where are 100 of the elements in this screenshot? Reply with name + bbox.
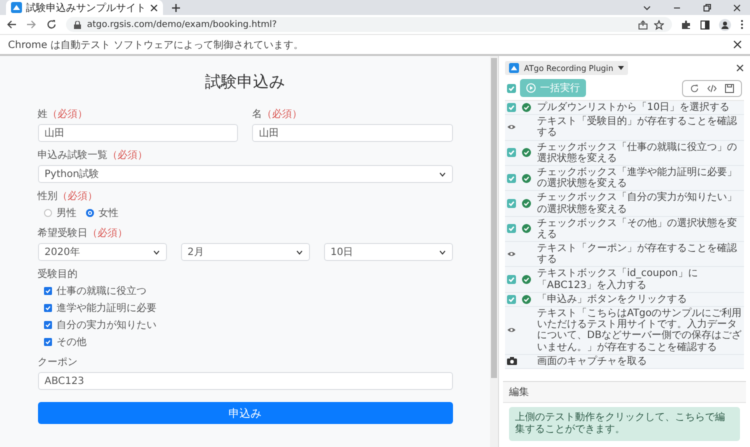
test-step[interactable]: チェックボックス「進学や能力証明に必要」の選択状態を変える bbox=[505, 166, 744, 192]
share-icon[interactable] bbox=[638, 20, 648, 30]
checkbox-label: 自分の実力が知りたい bbox=[56, 318, 156, 332]
check-circle-icon bbox=[522, 224, 531, 234]
step-text: チェックボックス「自分の実力が知りたい」の選択状態を変える bbox=[537, 192, 738, 215]
checkbox-label: その他 bbox=[56, 336, 86, 349]
select-field[interactable]: Python試験 bbox=[38, 165, 452, 183]
check-circle-icon bbox=[522, 199, 531, 208]
required-label: （必須） bbox=[108, 148, 148, 162]
star-icon[interactable] bbox=[654, 20, 664, 30]
close-icon[interactable] bbox=[150, 4, 158, 12]
check-circle-icon bbox=[522, 275, 531, 284]
required-label: （必須） bbox=[262, 108, 302, 121]
address-bar[interactable]: atgo.rgsis.com/demo/exam/booking.html? bbox=[66, 17, 672, 32]
checkbox[interactable] bbox=[507, 148, 516, 158]
scrollbar[interactable] bbox=[490, 56, 498, 447]
input-field[interactable]: ABC123 bbox=[38, 372, 452, 390]
check-circle-icon bbox=[522, 148, 531, 158]
field-label: 希望受験日 bbox=[38, 226, 88, 240]
restore-icon[interactable] bbox=[702, 2, 712, 12]
browser-tab[interactable]: 試験申込みサンプルサイト bbox=[6, 0, 163, 15]
field-label: 受験目的 bbox=[38, 268, 78, 281]
close-icon[interactable] bbox=[732, 2, 742, 12]
close-icon[interactable] bbox=[736, 64, 744, 72]
field-label: 申込み試験一覧 bbox=[38, 148, 108, 162]
checkbox[interactable] bbox=[44, 321, 52, 329]
checkbox[interactable] bbox=[507, 224, 516, 234]
check-circle-icon bbox=[522, 294, 531, 304]
test-step[interactable]: チェックボックス「仕事の就職に役立つ」の選択状態を変える bbox=[505, 140, 744, 166]
test-step[interactable]: テキスト「受験目的」が存在することを確認する bbox=[505, 115, 744, 141]
submit-button[interactable]: 申込み bbox=[38, 402, 452, 424]
side-panel-icon[interactable] bbox=[700, 20, 710, 30]
test-step[interactable]: テキスト「こちらはATgoのサンプルにご利用いただけるテスト用サイトです。入力データについて、DBなどサーバー側での保存はございません。」が存在することを確認する bbox=[505, 307, 744, 355]
refresh-icon[interactable] bbox=[690, 84, 699, 92]
checkbox[interactable] bbox=[507, 103, 516, 112]
field-label: 性別 bbox=[38, 190, 58, 203]
page-title: 試験申込み bbox=[204, 72, 286, 93]
eye-icon bbox=[507, 251, 516, 258]
edit-header: 編集 bbox=[503, 382, 746, 403]
test-step[interactable]: チェックボックス「自分の実力が知りたい」の選択状態を変える bbox=[505, 191, 744, 217]
test-step[interactable]: 「申込み」ボタンをクリックする bbox=[505, 292, 744, 307]
step-text: 「申込み」ボタンをクリックする bbox=[537, 294, 687, 305]
chevron-down-icon bbox=[152, 250, 160, 254]
required-label: （必須） bbox=[48, 108, 88, 121]
step-text: テキスト「こちらはATgoのサンプルにご利用いただけるテスト用サイトです。入力データについて、DBなどサーバー側での保存はございません。」が存在することを確認する bbox=[537, 308, 742, 353]
logo-icon bbox=[509, 63, 519, 73]
checkbox[interactable] bbox=[507, 199, 516, 208]
checkbox[interactable] bbox=[44, 304, 52, 312]
new-tab-icon[interactable] bbox=[171, 2, 181, 12]
checkbox-label: 進学や能力証明に必要 bbox=[56, 302, 156, 315]
lock-icon bbox=[74, 20, 81, 28]
checkbox[interactable] bbox=[507, 84, 516, 92]
chevron-down-icon bbox=[296, 250, 302, 254]
menu-icon[interactable] bbox=[740, 19, 744, 30]
code-icon[interactable] bbox=[707, 84, 717, 92]
select-field[interactable]: 2020年 bbox=[38, 243, 166, 261]
automation-notice: Chrome は自動テスト ソフトウェアによって制御されています。 bbox=[8, 38, 305, 52]
step-text: テキスト「クーポン」が存在することを確認する bbox=[537, 243, 738, 266]
step-text: チェックボックス「進学や能力証明に必要」の選択状態を変える bbox=[537, 166, 738, 190]
required-label: （必須） bbox=[58, 190, 98, 203]
url-text: atgo.rgsis.com/demo/exam/booking.html? bbox=[87, 20, 277, 30]
step-text: テキスト「受験目的」が存在することを確認する bbox=[537, 116, 738, 139]
tab-title: 試験申込みサンプルサイト bbox=[26, 2, 146, 14]
checkbox-label: 仕事の就職に役立つ bbox=[56, 284, 146, 298]
plugin-selector[interactable]: ATgo Recording Plugin bbox=[505, 61, 628, 75]
checkbox[interactable] bbox=[44, 287, 52, 295]
select-field[interactable]: 2月 bbox=[180, 243, 310, 261]
test-step[interactable]: テキストボックス「id_coupon」に「ABC123」を入力する bbox=[505, 267, 744, 293]
test-step[interactable]: プルダウンリストから「10日」を選択する bbox=[505, 101, 744, 116]
camera-icon bbox=[507, 357, 517, 366]
test-step[interactable]: テキスト「クーポン」が存在することを確認する bbox=[505, 242, 744, 268]
puzzle-icon[interactable] bbox=[681, 20, 691, 30]
select-field[interactable]: 10日 bbox=[324, 243, 452, 261]
back-icon[interactable] bbox=[6, 19, 17, 30]
step-text: プルダウンリストから「10日」を選択する bbox=[537, 102, 730, 114]
checkbox[interactable] bbox=[507, 275, 516, 284]
field-label: 姓 bbox=[38, 108, 48, 121]
step-text: チェックボックス「その他」の選択状態を変える bbox=[537, 218, 738, 240]
caret-icon bbox=[618, 66, 624, 70]
test-step[interactable]: 画面のキャプチャを取る bbox=[505, 354, 744, 369]
logo-icon bbox=[11, 2, 22, 13]
radio-label: 男性 bbox=[56, 206, 76, 220]
input-field[interactable]: 山田 bbox=[38, 124, 238, 142]
save-icon[interactable] bbox=[725, 84, 734, 92]
reload-icon[interactable] bbox=[46, 19, 57, 30]
close-icon[interactable] bbox=[733, 40, 742, 49]
info-message: 上側のテスト動作をクリックして、こちらで編集することができます。 bbox=[509, 407, 740, 441]
chevron-down-icon bbox=[438, 172, 446, 176]
input-field[interactable]: 山田 bbox=[252, 124, 452, 142]
step-text: テキストボックス「id_coupon」に「ABC123」を入力する bbox=[537, 268, 699, 291]
checkbox[interactable] bbox=[44, 338, 52, 346]
checkbox[interactable] bbox=[507, 294, 516, 304]
test-step[interactable]: チェックボックス「その他」の選択状態を変える bbox=[505, 216, 744, 242]
forward-icon[interactable] bbox=[26, 19, 37, 30]
checkbox[interactable] bbox=[507, 174, 516, 183]
profile-icon[interactable] bbox=[719, 18, 731, 30]
check-circle-icon bbox=[522, 103, 531, 112]
step-text: チェックボックス「仕事の就職に役立つ」の選択状態を変える bbox=[537, 142, 738, 164]
radio-button[interactable] bbox=[86, 209, 94, 217]
radio-button[interactable] bbox=[44, 209, 52, 217]
